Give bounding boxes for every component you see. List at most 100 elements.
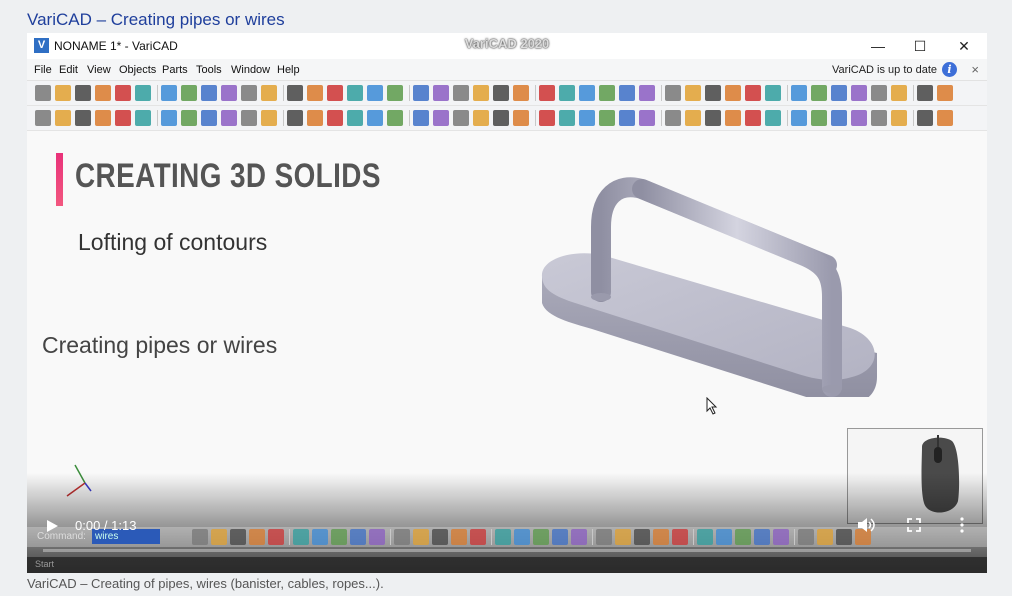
toolbar-button-icon[interactable]: [513, 110, 529, 126]
toolbar-button-icon[interactable]: [639, 85, 655, 101]
toolbar-button-icon[interactable]: [327, 110, 343, 126]
toolbar-button-icon[interactable]: [433, 85, 449, 101]
close-notification-icon[interactable]: ×: [971, 62, 979, 77]
toolbar-button-icon[interactable]: [596, 529, 612, 545]
toolbar-button-icon[interactable]: [347, 110, 363, 126]
toolbar-button-icon[interactable]: [451, 529, 467, 545]
toolbar-button-icon[interactable]: [851, 85, 867, 101]
toolbar-button-icon[interactable]: [453, 85, 469, 101]
menu-file[interactable]: File: [34, 64, 52, 76]
video-player[interactable]: V NONAME 1* - VariCAD VariCAD 2020 — ☐ ✕…: [27, 33, 987, 573]
toolbar-button-icon[interactable]: [181, 85, 197, 101]
toolbar-button-icon[interactable]: [619, 85, 635, 101]
toolbar-button-icon[interactable]: [287, 110, 303, 126]
toolbar-button-icon[interactable]: [716, 529, 732, 545]
toolbar-button-icon[interactable]: [75, 85, 91, 101]
toolbar-button-icon[interactable]: [836, 529, 852, 545]
toolbar-button-icon[interactable]: [811, 110, 827, 126]
toolbar-button-icon[interactable]: [192, 529, 208, 545]
toolbar-button-icon[interactable]: [615, 529, 631, 545]
toolbar-button-icon[interactable]: [35, 85, 51, 101]
toolbar-button-icon[interactable]: [473, 85, 489, 101]
menu-tools[interactable]: Tools: [196, 64, 222, 76]
toolbar-button-icon[interactable]: [201, 85, 217, 101]
toolbar-button-icon[interactable]: [495, 529, 511, 545]
toolbar-button-icon[interactable]: [765, 85, 781, 101]
toolbar-button-icon[interactable]: [871, 110, 887, 126]
toolbar-button-icon[interactable]: [161, 110, 177, 126]
toolbar-button-icon[interactable]: [350, 529, 366, 545]
toolbar-button-icon[interactable]: [765, 110, 781, 126]
toolbar-button-icon[interactable]: [135, 85, 151, 101]
toolbar-button-icon[interactable]: [917, 110, 933, 126]
menu-edit[interactable]: Edit: [59, 64, 78, 76]
close-window-button[interactable]: ✕: [952, 37, 976, 55]
toolbar-button-icon[interactable]: [95, 110, 111, 126]
toolbar-button-icon[interactable]: [917, 85, 933, 101]
toolbar-button-icon[interactable]: [95, 85, 111, 101]
toolbar-button-icon[interactable]: [579, 85, 595, 101]
toolbar-button-icon[interactable]: [791, 85, 807, 101]
toolbar-button-icon[interactable]: [55, 85, 71, 101]
toolbar-button-icon[interactable]: [619, 110, 635, 126]
toolbar-button-icon[interactable]: [230, 529, 246, 545]
toolbar-button-icon[interactable]: [221, 85, 237, 101]
toolbar-button-icon[interactable]: [685, 110, 701, 126]
toolbar-button-icon[interactable]: [599, 110, 615, 126]
minimize-button[interactable]: —: [866, 37, 890, 55]
toolbar-button-icon[interactable]: [571, 529, 587, 545]
toolbar-button-icon[interactable]: [473, 110, 489, 126]
toolbar-button-icon[interactable]: [453, 110, 469, 126]
toolbar-button-icon[interactable]: [672, 529, 688, 545]
toolbar-button-icon[interactable]: [559, 85, 575, 101]
toolbar-button-icon[interactable]: [513, 85, 529, 101]
toolbar-button-icon[interactable]: [261, 110, 277, 126]
toolbar-button-icon[interactable]: [754, 529, 770, 545]
toolbar-button-icon[interactable]: [367, 85, 383, 101]
toolbar-button-icon[interactable]: [394, 529, 410, 545]
toolbar-button-icon[interactable]: [811, 85, 827, 101]
toolbar-button-icon[interactable]: [261, 85, 277, 101]
toolbar-button-icon[interactable]: [307, 110, 323, 126]
toolbar-button-icon[interactable]: [211, 529, 227, 545]
toolbar-button-icon[interactable]: [639, 110, 655, 126]
info-icon[interactable]: i: [942, 62, 957, 77]
toolbar-button-icon[interactable]: [871, 85, 887, 101]
toolbar-button-icon[interactable]: [599, 85, 615, 101]
toolbar-button-icon[interactable]: [697, 529, 713, 545]
toolbar-button-icon[interactable]: [937, 85, 953, 101]
toolbar-button-icon[interactable]: [725, 85, 741, 101]
maximize-button[interactable]: ☐: [908, 37, 932, 55]
toolbar-button-icon[interactable]: [705, 110, 721, 126]
toolbar-button-icon[interactable]: [493, 85, 509, 101]
toolbar-button-icon[interactable]: [579, 110, 595, 126]
menu-help[interactable]: Help: [277, 64, 300, 76]
toolbar-button-icon[interactable]: [891, 110, 907, 126]
toolbar-button-icon[interactable]: [181, 110, 197, 126]
menu-objects[interactable]: Objects: [119, 64, 156, 76]
toolbar-button-icon[interactable]: [745, 85, 761, 101]
toolbar-button-icon[interactable]: [937, 110, 953, 126]
toolbar-button-icon[interactable]: [539, 110, 555, 126]
menu-window[interactable]: Window: [231, 64, 270, 76]
toolbar-button-icon[interactable]: [312, 529, 328, 545]
video-progress-bar[interactable]: [43, 549, 971, 552]
toolbar-button-icon[interactable]: [387, 110, 403, 126]
toolbar-button-icon[interactable]: [413, 529, 429, 545]
toolbar-button-icon[interactable]: [221, 110, 237, 126]
toolbar-button-icon[interactable]: [831, 110, 847, 126]
toolbar-button-icon[interactable]: [413, 110, 429, 126]
toolbar-button-icon[interactable]: [293, 529, 309, 545]
toolbar-button-icon[interactable]: [201, 110, 217, 126]
toolbar-button-icon[interactable]: [268, 529, 284, 545]
toolbar-button-icon[interactable]: [75, 110, 91, 126]
volume-icon[interactable]: [857, 517, 875, 533]
fullscreen-icon[interactable]: [907, 518, 921, 532]
toolbar-button-icon[interactable]: [539, 85, 555, 101]
page-title[interactable]: VariCAD – Creating pipes or wires: [27, 10, 285, 30]
toolbar-button-icon[interactable]: [514, 529, 530, 545]
toolbar-button-icon[interactable]: [307, 85, 323, 101]
toolbar-button-icon[interactable]: [387, 85, 403, 101]
toolbar-button-icon[interactable]: [327, 85, 343, 101]
toolbar-button-icon[interactable]: [241, 85, 257, 101]
